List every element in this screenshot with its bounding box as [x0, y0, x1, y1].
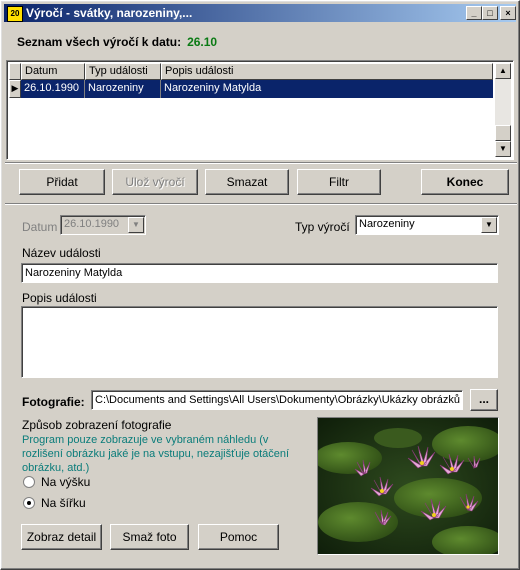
filter-button[interactable]: Filtr — [297, 169, 381, 195]
header-date-value: 26.10 — [187, 35, 218, 49]
window-title: Výročí - svátky, narozeniny,... — [26, 6, 193, 20]
radio-landscape-label[interactable]: Na šířku — [41, 496, 86, 510]
cell-type[interactable]: Narozeniny — [85, 80, 161, 98]
display-hint: Program pouze zobrazuje ve vybraném náhl… — [22, 434, 290, 474]
photo-preview — [317, 417, 499, 555]
delete-photo-button[interactable]: Smaž foto — [110, 524, 189, 550]
close-icon[interactable]: × — [500, 6, 516, 20]
row-pointer-icon: ▶ — [9, 80, 21, 98]
radio-landscape[interactable] — [23, 497, 35, 509]
title-bar[interactable]: 20 Výročí - svátky, narozeniny,... _ □ × — [4, 4, 516, 22]
anniversary-table[interactable]: Datum Typ události Popis události ▶ 26.1… — [6, 60, 514, 160]
scroll-thumb[interactable] — [495, 125, 511, 141]
name-field[interactable]: Narozeniny Matylda — [21, 263, 498, 283]
photo-label: Fotografie: — [22, 395, 85, 409]
type-label: Typ výročí — [295, 220, 350, 234]
table-header: Datum Typ události Popis události — [9, 63, 493, 80]
browse-button[interactable]: ... — [470, 389, 498, 411]
water-lilies-image — [318, 418, 498, 554]
type-value: Narozeniny — [359, 218, 415, 230]
description-field[interactable] — [21, 306, 498, 378]
radio-portrait[interactable] — [23, 476, 35, 488]
date-label: Datum — [22, 220, 58, 234]
description-label: Popis události — [22, 291, 97, 305]
help-button[interactable]: Pomoc — [198, 524, 279, 550]
chevron-down-icon[interactable]: ▼ — [128, 217, 144, 233]
radio-portrait-label[interactable]: Na výšku — [41, 475, 90, 489]
show-detail-button[interactable]: Zobraz detail — [21, 524, 102, 550]
maximize-icon[interactable]: □ — [482, 6, 498, 20]
cell-date[interactable]: 26.10.1990 — [21, 80, 85, 98]
divider-middle — [5, 203, 517, 205]
column-header-date[interactable]: Datum — [21, 63, 85, 80]
name-label: Název události — [22, 246, 101, 260]
date-value: 26.10.1990 — [64, 218, 120, 230]
header: Seznam všech výročí k datu: 26.10 — [17, 35, 217, 49]
display-mode-label: Způsob zobrazení fotografie — [22, 418, 172, 432]
date-picker[interactable]: 26.10.1990 ▼ — [60, 215, 146, 235]
photo-path-field[interactable]: C:\Documents and Settings\All Users\Doku… — [91, 390, 463, 410]
scroll-up-icon[interactable]: ▲ — [495, 63, 511, 79]
table-scrollbar[interactable]: ▲ ▼ — [495, 63, 511, 157]
add-button[interactable]: Přidat — [19, 169, 105, 195]
end-button[interactable]: Konec — [421, 169, 509, 195]
column-header-type[interactable]: Typ události — [85, 63, 161, 80]
app-icon: 20 — [7, 6, 23, 22]
chevron-down-icon[interactable]: ▼ — [481, 217, 497, 233]
type-select[interactable]: Narozeniny ▼ — [355, 215, 499, 235]
cell-description[interactable]: Narozeniny Matylda — [161, 80, 493, 98]
scroll-down-icon[interactable]: ▼ — [495, 141, 511, 157]
table-row[interactable]: ▶ 26.10.1990 Narozeniny Narozeniny Matyl… — [9, 80, 493, 98]
row-indicator-header — [9, 63, 21, 80]
delete-button[interactable]: Smazat — [205, 169, 289, 195]
divider-top — [5, 162, 517, 164]
save-anniversary-button[interactable]: Ulož výročí — [112, 169, 198, 195]
header-label: Seznam všech výročí k datu: — [17, 35, 182, 49]
main-window: 20 Výročí - svátky, narozeniny,... _ □ ×… — [0, 0, 520, 570]
minimize-icon[interactable]: _ — [466, 6, 482, 20]
column-header-description[interactable]: Popis události — [161, 63, 493, 80]
